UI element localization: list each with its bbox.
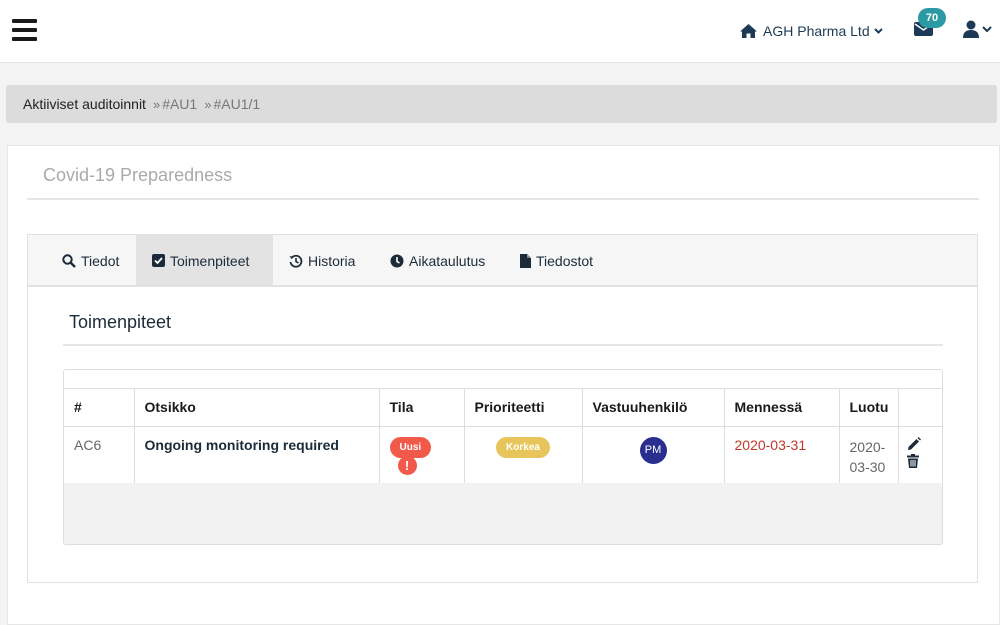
- divider: [27, 198, 979, 200]
- tab-toimenpiteet[interactable]: Toimenpiteet: [136, 235, 273, 286]
- breadcrumb-separator: »: [152, 96, 161, 112]
- table-header-row: # Otsikko Tila Prioriteetti Vastuuhenkil…: [64, 389, 942, 427]
- row-created-date: 2020- 03-30: [839, 426, 900, 483]
- row-due-date: 2020-03-31: [724, 426, 840, 483]
- mail-count-badge: 70: [918, 8, 946, 28]
- column-header-assignee[interactable]: Vastuuhenkilö: [582, 389, 725, 427]
- column-header-title[interactable]: Otsikko: [134, 389, 380, 427]
- actions-table: # Otsikko Tila Prioriteetti Vastuuhenkil…: [63, 369, 943, 545]
- top-bar: AGH Pharma Ltd 70: [0, 0, 1000, 63]
- main-card: Covid-19 Preparedness Tiedot Toimenpitee…: [7, 145, 1000, 625]
- row-assignee-cell: PM: [582, 426, 725, 483]
- breadcrumb-audit-item[interactable]: #AU1/1: [213, 96, 260, 112]
- row-actions: [899, 426, 942, 483]
- chevron-down-icon: [873, 28, 883, 34]
- page-title: Covid-19 Preparedness: [43, 165, 233, 185]
- alert-icon: !: [397, 455, 417, 475]
- user-menu[interactable]: [963, 20, 992, 38]
- column-header-actions: [898, 389, 942, 427]
- search-icon: [62, 253, 76, 268]
- trash-icon[interactable]: [907, 453, 920, 468]
- created-date-part: 2020-: [849, 438, 886, 455]
- user-icon: [963, 20, 979, 38]
- tab-label: Historia: [308, 252, 356, 269]
- created-date-part: 03-30: [849, 458, 886, 475]
- row-number: AC6: [64, 426, 135, 483]
- file-icon: [520, 253, 531, 268]
- row-status-cell: Uusi!: [379, 426, 465, 483]
- tab-aikataulutus[interactable]: Aikataulutus: [390, 235, 485, 286]
- home-icon: [740, 24, 757, 38]
- breadcrumb: Aktiiviset auditoinnit » #AU1 » #AU1/1: [6, 85, 997, 123]
- company-name: AGH Pharma Ltd: [763, 23, 870, 39]
- avatar[interactable]: PM: [639, 436, 667, 464]
- row-title[interactable]: Ongoing monitoring required: [134, 426, 380, 483]
- hamburger-menu-icon[interactable]: [12, 19, 37, 42]
- row-priority-cell: Korkea: [464, 426, 583, 483]
- company-selector[interactable]: AGH Pharma Ltd: [739, 21, 888, 41]
- tab-label: Tiedot: [81, 252, 120, 269]
- tab-panel: Toimenpiteet # Otsikko Tila Prioriteetti…: [27, 285, 978, 583]
- column-header-created[interactable]: Luotu: [839, 389, 900, 427]
- tab-bar: Tiedot Toimenpiteet Historia Aikataulutu…: [27, 234, 978, 286]
- table-row[interactable]: AC6 Ongoing monitoring required Uusi! Ko…: [64, 426, 942, 483]
- tab-label: Aikataulutus: [409, 252, 486, 269]
- tab-tiedostot[interactable]: Tiedostot: [520, 235, 593, 286]
- clock-icon: [390, 254, 404, 267]
- breadcrumb-separator: »: [204, 96, 212, 112]
- chevron-down-icon: [982, 26, 992, 32]
- breadcrumb-active-audits[interactable]: Aktiiviset auditoinnit: [23, 96, 146, 112]
- edit-pencil-icon[interactable]: [907, 436, 922, 451]
- column-header-priority[interactable]: Prioriteetti: [464, 389, 583, 427]
- column-header-due[interactable]: Mennessä: [724, 389, 840, 427]
- table-toolbar: [64, 370, 942, 389]
- history-icon: [289, 254, 303, 268]
- column-header-status[interactable]: Tila: [379, 389, 465, 427]
- divider: [63, 344, 943, 346]
- breadcrumb-audit[interactable]: #AU1: [162, 96, 197, 112]
- tab-label: Toimenpiteet: [170, 252, 250, 269]
- priority-badge: Korkea: [496, 436, 550, 458]
- section-title: Toimenpiteet: [69, 312, 172, 332]
- tab-label: Tiedostot: [536, 252, 594, 269]
- checkbox-icon: [152, 254, 165, 267]
- tab-historia[interactable]: Historia: [289, 235, 355, 286]
- column-header-number[interactable]: #: [64, 389, 135, 427]
- status-badge: Uusi: [389, 436, 432, 458]
- tab-tiedot[interactable]: Tiedot: [62, 235, 119, 286]
